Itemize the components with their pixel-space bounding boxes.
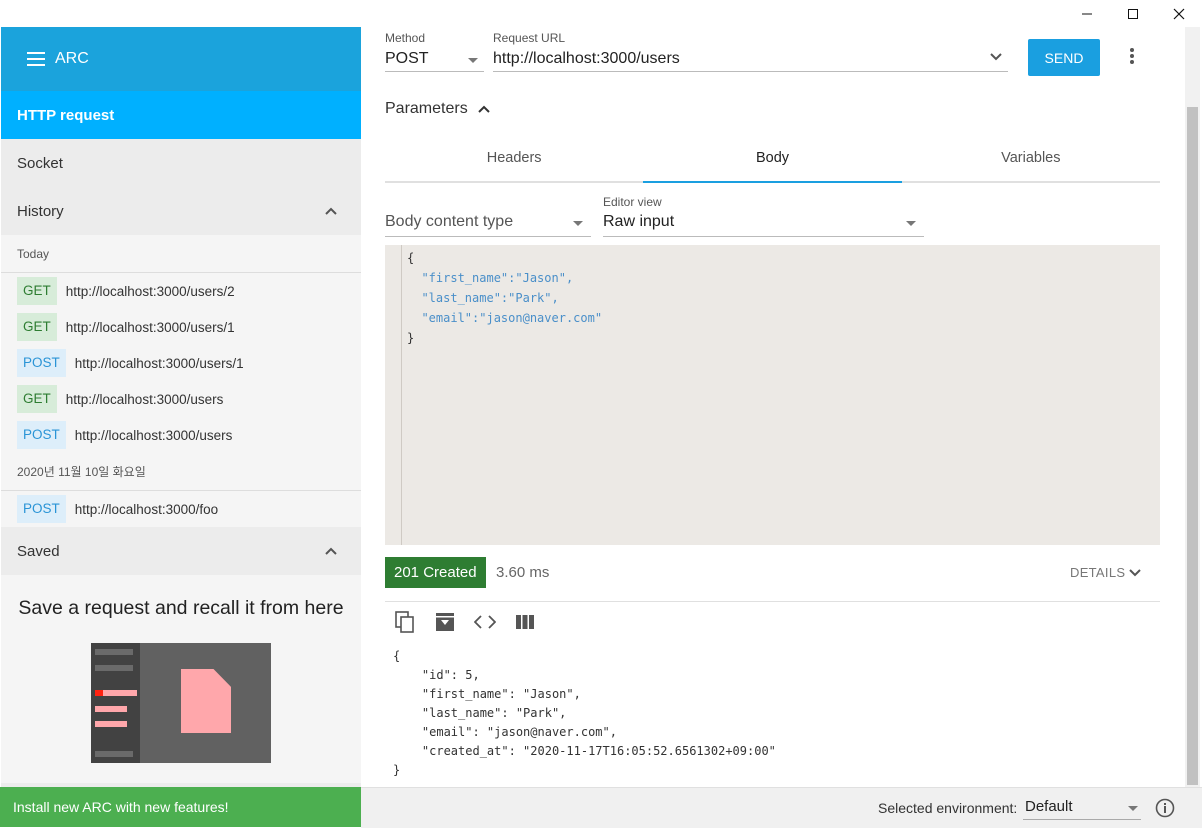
close-button[interactable]: [1156, 0, 1202, 28]
saved-illustration: [91, 643, 271, 763]
maximize-button[interactable]: [1110, 0, 1156, 28]
body-line: "first_name":"Jason",: [407, 271, 574, 285]
app-title: ARC: [55, 50, 89, 67]
minimize-button[interactable]: [1064, 0, 1110, 28]
body-content-type-select[interactable]: Body content type: [385, 213, 513, 231]
menu-icon[interactable]: [27, 52, 45, 66]
url-label: Request URL: [493, 31, 566, 45]
body-line: {: [407, 251, 415, 265]
nav-item-http-request[interactable]: HTTP request: [1, 91, 361, 139]
send-button[interactable]: SEND: [1028, 39, 1100, 76]
chevron-down-icon[interactable]: [468, 58, 478, 63]
tab-variables[interactable]: Variables: [902, 135, 1160, 181]
request-tabs: Headers Body Variables: [385, 135, 1160, 183]
parameters-toggle[interactable]: Parameters: [385, 100, 490, 118]
history-header[interactable]: History: [1, 187, 361, 235]
response-time: 3.60 ms: [496, 564, 550, 581]
url-input[interactable]: http://localhost:3000/users: [493, 50, 680, 68]
chevron-down-icon[interactable]: [1128, 806, 1138, 811]
response-line: "last_name": "Park",: [393, 706, 567, 720]
saved-empty-panel: Save a request and recall it from here: [1, 575, 361, 783]
method-badge: GET: [17, 277, 57, 305]
history-item-url: http://localhost:3000/foo: [74, 501, 219, 517]
environment-label: Selected environment:: [878, 800, 1018, 816]
body-line: }: [407, 331, 415, 345]
saved-label: Saved: [17, 542, 60, 560]
method-badge: POST: [17, 349, 66, 377]
history-list: Today GET http://localhost:3000/users/2 …: [1, 235, 361, 527]
details-toggle[interactable]: DETAILS: [1070, 565, 1142, 580]
method-badge: POST: [17, 421, 66, 449]
method-badge: GET: [17, 385, 57, 413]
history-label: History: [17, 202, 64, 220]
chevron-down-icon[interactable]: [573, 221, 583, 226]
response-line: "created_at": "2020-11-17T16:05:52.65613…: [393, 744, 776, 758]
history-item[interactable]: POST http://localhost:3000/users: [1, 417, 361, 453]
more-vert-icon[interactable]: [1129, 47, 1135, 65]
chevron-down-icon[interactable]: [906, 221, 916, 226]
install-banner[interactable]: Install new ARC with new features!: [0, 787, 361, 827]
body-line: "last_name":"Park",: [407, 291, 559, 305]
scrollbar-thumb[interactable]: [1187, 107, 1198, 785]
tab-headers[interactable]: Headers: [385, 135, 643, 181]
history-item-url: http://localhost:3000/users/1: [74, 355, 244, 371]
saved-empty-title: Save a request and recall it from here: [18, 597, 344, 619]
body-editor[interactable]: { "first_name":"Jason", "last_name":"Par…: [385, 245, 1160, 545]
details-label: DETAILS: [1070, 565, 1126, 580]
history-item[interactable]: GET http://localhost:3000/users/2: [1, 273, 361, 309]
method-badge: POST: [17, 495, 66, 523]
history-item-url: http://localhost:3000/users: [74, 427, 233, 443]
environment-select[interactable]: Default: [1025, 798, 1073, 815]
history-item[interactable]: POST http://localhost:3000/foo: [1, 491, 361, 527]
nav-item-socket[interactable]: Socket: [1, 139, 361, 187]
editor-view-label: Editor view: [603, 195, 662, 209]
save-icon[interactable]: [434, 611, 456, 633]
status-badge: 201 Created: [385, 557, 486, 588]
history-item[interactable]: GET http://localhost:3000/users/1: [1, 309, 361, 345]
history-item[interactable]: GET http://localhost:3000/users: [1, 381, 361, 417]
minimize-icon: [1082, 13, 1092, 15]
footer-bar: Selected environment: Default: [361, 787, 1202, 828]
columns-icon[interactable]: [514, 611, 536, 633]
response-line: {: [393, 649, 401, 663]
chevron-up-icon: [477, 105, 490, 113]
app-bar: ARC: [1, 27, 361, 91]
scrollbar[interactable]: [1185, 27, 1200, 787]
chevron-down-icon: [1129, 568, 1142, 576]
response-line: "first_name": "Jason",: [393, 687, 581, 701]
chevron-down-icon[interactable]: [990, 53, 1002, 61]
method-badge: GET: [17, 313, 57, 341]
code-icon[interactable]: [474, 611, 496, 633]
body-line: "email":"jason@naver.com": [407, 311, 603, 325]
saved-header[interactable]: Saved: [1, 527, 361, 575]
maximize-icon: [1128, 9, 1138, 19]
tab-body[interactable]: Body: [643, 135, 902, 183]
chevron-up-icon[interactable]: [325, 207, 337, 215]
method-select[interactable]: POST: [385, 50, 429, 68]
history-item[interactable]: POST http://localhost:3000/users/1: [1, 345, 361, 381]
method-label: Method: [385, 31, 426, 45]
history-item-url: http://localhost:3000/users/2: [65, 283, 235, 299]
parameters-label: Parameters: [385, 100, 468, 117]
close-icon: [1173, 8, 1185, 20]
history-item-url: http://localhost:3000/users/1: [65, 319, 235, 335]
history-day-label: 2020년 11월 10일 화요일: [1, 453, 361, 491]
info-icon[interactable]: [1155, 798, 1175, 818]
window-controls: [1064, 0, 1202, 28]
response-line: "id": 5,: [393, 668, 480, 682]
history-item-url: http://localhost:3000/users: [65, 391, 224, 407]
copy-icon[interactable]: [394, 611, 416, 633]
response-line: }: [393, 763, 401, 777]
history-day-label: Today: [1, 235, 361, 273]
main-panel: Method POST Request URL http://localhost…: [361, 27, 1185, 787]
sidebar: ARC HTTP request Socket History Today GE…: [1, 27, 361, 787]
response-line: "email": "jason@naver.com",: [393, 725, 617, 739]
chevron-up-icon[interactable]: [325, 547, 337, 555]
editor-view-select[interactable]: Raw input: [603, 213, 674, 231]
